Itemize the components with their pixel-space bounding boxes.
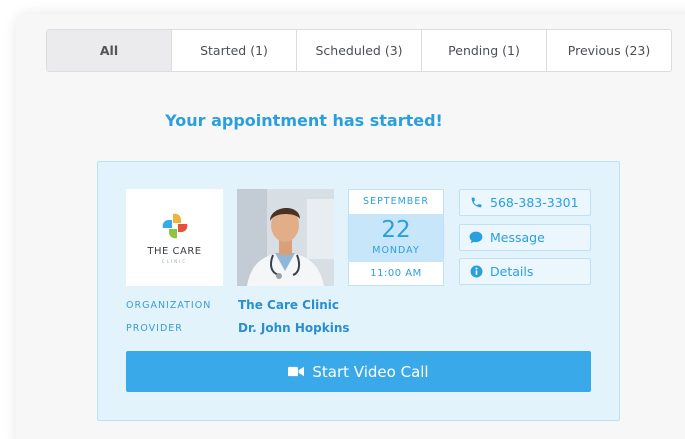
page-headline: Your appointment has started!	[165, 111, 443, 130]
logo-name: THE CARE	[147, 245, 202, 257]
date-time: 11:00 AM	[370, 268, 422, 279]
start-video-call-button[interactable]: Start Video Call	[126, 351, 591, 392]
info-icon	[469, 265, 483, 279]
chat-bubble-icon	[469, 231, 483, 245]
tab-previous[interactable]: Previous (23)	[546, 30, 671, 71]
date-day: 22	[381, 217, 411, 243]
video-call-label: Start Video Call	[312, 362, 429, 381]
phone-number: 568-383-3301	[490, 195, 579, 210]
provider-label: PROVIDER	[126, 323, 183, 334]
phone-icon	[469, 196, 483, 210]
date-weekday: MONDAY	[372, 245, 420, 256]
tab-all[interactable]: All	[47, 30, 171, 71]
appointment-tabs: All Started (1) Scheduled (3) Pending (1…	[46, 29, 672, 72]
logo-subtitle: CLINIC	[161, 258, 188, 264]
provider-name: Dr. John Hopkins	[238, 321, 350, 335]
details-button[interactable]: Details	[459, 258, 591, 285]
message-button[interactable]: Message	[459, 224, 591, 251]
date-highlight: 22 MONDAY	[349, 214, 443, 262]
appointment-date: SEPTEMBER 22 MONDAY 11:00 AM	[348, 189, 444, 286]
clinic-logo: THE CARE CLINIC	[126, 189, 223, 286]
video-camera-icon	[288, 366, 305, 377]
date-month: SEPTEMBER	[363, 196, 429, 207]
message-label: Message	[490, 230, 545, 245]
details-label: Details	[490, 264, 534, 279]
organization-label: ORGANIZATION	[126, 300, 212, 311]
provider-photo	[237, 189, 334, 286]
doctor-avatar-icon	[237, 189, 334, 286]
tab-pending[interactable]: Pending (1)	[421, 30, 546, 71]
phone-button[interactable]: 568-383-3301	[459, 189, 591, 216]
organization-name: The Care Clinic	[238, 298, 339, 312]
care-clinic-logo-icon	[162, 213, 187, 238]
tab-started[interactable]: Started (1)	[171, 30, 296, 71]
tab-scheduled[interactable]: Scheduled (3)	[296, 30, 421, 71]
